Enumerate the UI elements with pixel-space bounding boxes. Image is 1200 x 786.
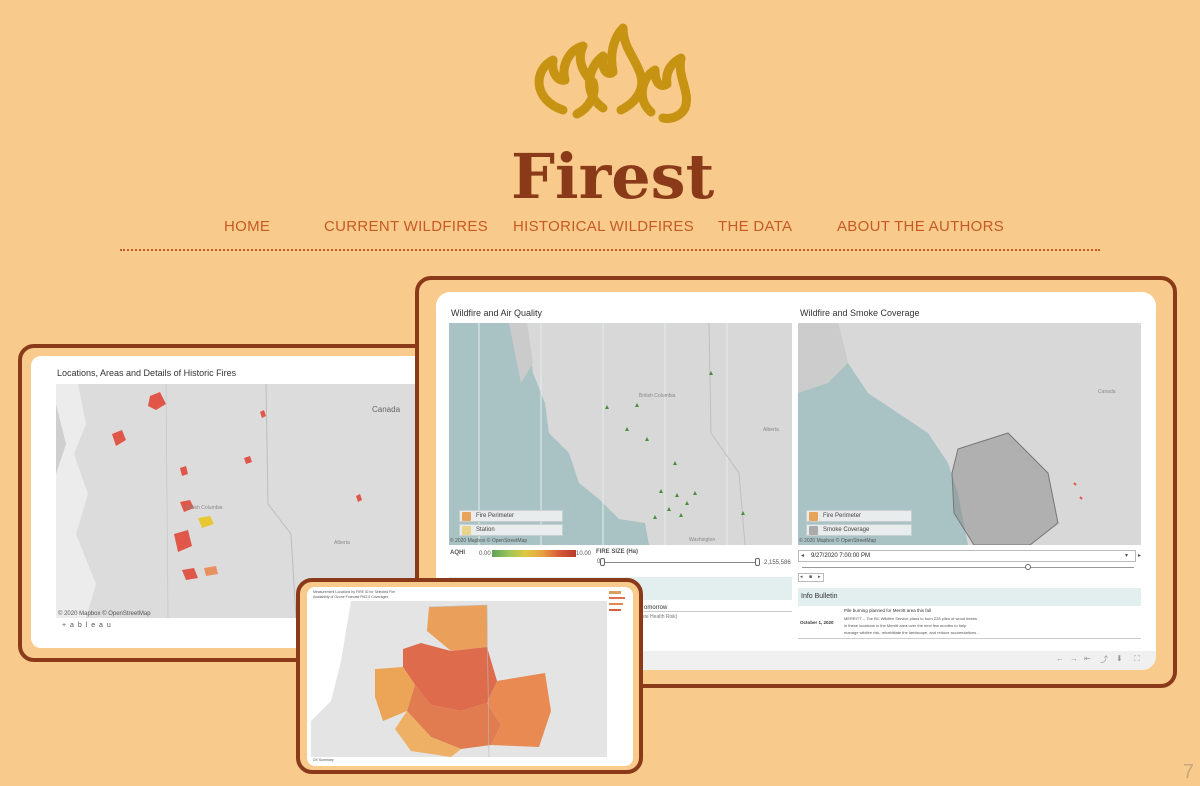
air-source-note: ste Health Risk) bbox=[642, 614, 678, 620]
air-legend-fire-label: Fire Perimeter bbox=[476, 513, 515, 519]
nav-item-the-data[interactable]: THE DATA bbox=[718, 218, 792, 235]
toolbar-fullscreen-icon[interactable]: ⛶ bbox=[1134, 654, 1140, 664]
historic-map-label-bc: British Columbia bbox=[186, 505, 223, 511]
info-bulletin-header bbox=[798, 588, 1141, 606]
nav-item-about-the-authors[interactable]: ABOUT THE AUTHORS bbox=[837, 218, 1004, 235]
date-value: 9/27/2020 7:00:00 PM bbox=[811, 553, 871, 559]
bulletin-headline[interactable]: Pile burning planned for Merritt area th… bbox=[844, 608, 931, 613]
historic-fires-title: Locations, Areas and Details of Historic… bbox=[57, 368, 237, 378]
date-dropdown-icon[interactable]: ▾ bbox=[1125, 552, 1128, 559]
toolbar-share-icon[interactable]: ⤴ bbox=[1100, 654, 1108, 665]
smoke-map-label-canada: Canada bbox=[1098, 389, 1116, 395]
fire-size-slider[interactable] bbox=[602, 562, 758, 563]
main-nav: HOME CURRENT WILDFIRES HISTORICAL WILDFI… bbox=[0, 218, 1200, 240]
aqhi-label: AQHI bbox=[450, 550, 465, 556]
region-caption-1: Measurement Locations by FIRE ID for Sel… bbox=[313, 590, 396, 594]
nav-item-current-wildfires[interactable]: CURRENT WILDFIRES bbox=[324, 218, 488, 235]
station-icon bbox=[462, 526, 471, 535]
smoke-coverage-map[interactable]: Canada Fire Perimeter Smoke Coverage bbox=[798, 323, 1141, 545]
aqhi-min: 0.00 bbox=[479, 551, 491, 557]
air-quality-title: Wildfire and Air Quality bbox=[451, 308, 543, 318]
air-map-label-alberta: Alberta bbox=[763, 427, 779, 433]
fire-size-slider-handle-left[interactable] bbox=[600, 558, 605, 566]
fire-perimeter-icon bbox=[462, 512, 471, 521]
historic-map-label-canada: Canada bbox=[372, 405, 401, 414]
air-legend-fire-perimeter[interactable]: Fire Perimeter bbox=[459, 510, 563, 522]
logo-text: Firest bbox=[511, 140, 715, 212]
date-prev-icon[interactable]: ◂ bbox=[801, 552, 804, 559]
fire-size-max: 2,155,586 bbox=[764, 560, 791, 566]
bulletin-divider bbox=[798, 638, 1141, 639]
smoke-coverage-icon bbox=[809, 526, 818, 535]
flame-logo-icon: Firest bbox=[511, 23, 715, 213]
air-legend-station-label: Station bbox=[476, 527, 495, 533]
air-quality-map[interactable]: British Columbia Alberta Washington Fire… bbox=[449, 323, 792, 545]
fire-perimeter-icon bbox=[809, 512, 818, 521]
toolbar-redo-icon[interactable]: → bbox=[1070, 654, 1078, 663]
region-legend bbox=[609, 591, 629, 621]
region-map-panel: Measurement Locations by FIRE ID for Sel… bbox=[307, 587, 633, 766]
toolbar-undo-icon[interactable]: ← bbox=[1056, 654, 1064, 663]
air-legend-station[interactable]: Station bbox=[459, 524, 563, 536]
smoke-attribution: © 2020 Mapbox © OpenStreetMap bbox=[799, 538, 877, 544]
toolbar-download-icon[interactable]: ⬇ bbox=[1116, 654, 1123, 663]
date-slider-handle[interactable] bbox=[1025, 564, 1031, 570]
fire-size-label: FIRE SIZE (Ha) bbox=[596, 549, 639, 555]
region-map[interactable] bbox=[311, 601, 607, 757]
date-next-icon[interactable]: ▸ bbox=[1138, 552, 1141, 559]
region-footer: DX Summary bbox=[313, 758, 334, 762]
bulletin-line-3: manage wildfire risk, rehabilitate the l… bbox=[844, 630, 981, 635]
bulletin-line-1: MERRITT – The BC Wildfire Service plans … bbox=[844, 616, 978, 621]
toolbar-revert-icon[interactable]: ⇤ bbox=[1084, 654, 1091, 663]
nav-item-home[interactable]: HOME bbox=[224, 218, 270, 235]
info-bulletin-title: Info Bulletin bbox=[801, 593, 838, 600]
region-map-shapes bbox=[311, 601, 551, 757]
air-map-label-washington: Washington bbox=[689, 537, 715, 543]
playback-pause-icon[interactable]: ■ bbox=[809, 574, 812, 580]
smoke-coverage-title: Wildfire and Smoke Coverage bbox=[800, 308, 920, 318]
page-number: 7 bbox=[1182, 761, 1194, 783]
smoke-legend-coverage-label: Smoke Coverage bbox=[823, 527, 870, 533]
firest-logo[interactable]: Firest bbox=[505, 22, 720, 213]
air-map-label-bc: British Columbia bbox=[639, 393, 676, 399]
aqhi-color-scale bbox=[492, 550, 576, 557]
fire-size-slider-handle-right[interactable] bbox=[755, 558, 760, 566]
bulletin-line-2: in these locations in the Merritt area o… bbox=[844, 623, 967, 628]
playback-controls[interactable]: ◂ ■ ▸ bbox=[798, 573, 824, 582]
aqhi-max: 10.00 bbox=[576, 551, 592, 557]
tableau-logo[interactable]: + a b l e a u bbox=[62, 622, 112, 629]
air-attribution: © 2020 Mapbox © OpenStreetMap bbox=[450, 538, 528, 544]
bulletin-date: October 1, 2020 bbox=[800, 620, 834, 625]
region-caption-2: Availability of Ozone Forecast PM2.5 Cov… bbox=[313, 595, 389, 599]
smoke-legend-fire-label: Fire Perimeter bbox=[823, 513, 862, 519]
date-slider-track[interactable] bbox=[802, 567, 1134, 568]
playback-back-icon[interactable]: ◂ bbox=[800, 574, 803, 580]
historic-map-label-alberta: Alberta bbox=[334, 540, 350, 546]
playback-forward-icon[interactable]: ▸ bbox=[818, 574, 821, 580]
smoke-legend-coverage[interactable]: Smoke Coverage bbox=[806, 524, 912, 536]
historic-attribution: © 2020 Mapbox © OpenStreetMap bbox=[58, 611, 151, 617]
nav-divider bbox=[120, 249, 1100, 251]
nav-item-historical-wildfires[interactable]: HISTORICAL WILDFIRES bbox=[513, 218, 694, 235]
date-selector[interactable]: ◂ 9/27/2020 7:00:00 PM ▾ bbox=[798, 550, 1136, 562]
smoke-legend-fire-perimeter[interactable]: Fire Perimeter bbox=[806, 510, 912, 522]
